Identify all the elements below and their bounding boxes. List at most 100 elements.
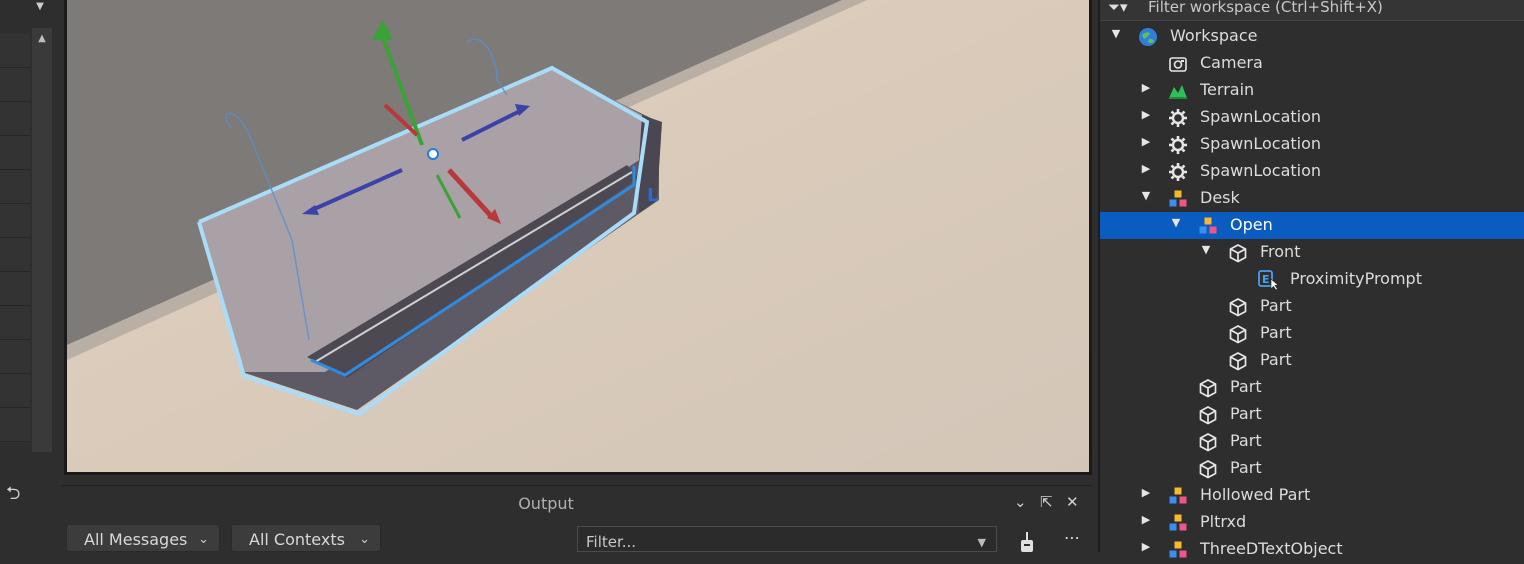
explorer-item-hollowed-part[interactable]: ▶ Hollowed Part [1100,482,1524,509]
explorer-item-label: Part [1230,377,1262,396]
explorer-item-spawnlocation[interactable]: ▶ SpawnLocation [1100,158,1524,185]
explorer-item-label: Camera [1200,53,1263,72]
explorer-item-label: Part [1260,350,1292,369]
chevron-down-icon: ▼ [977,536,986,549]
explorer-item-open[interactable]: ▼ Open [1100,212,1524,239]
chevron-down-icon[interactable]: ⌄ [1014,493,1027,511]
explorer-item-label: Part [1260,296,1292,315]
camera-icon [1168,54,1188,74]
part-icon [1228,297,1248,317]
model-icon [1168,513,1188,533]
left-panel-scrollbar[interactable] [32,28,52,452]
explorer-item-label: Part [1230,404,1262,423]
terrain-icon [1168,81,1188,101]
selection-marker: L [647,185,658,206]
contexts-filter-label: All Contexts [249,530,345,549]
explorer-item-pltrxd[interactable]: ▶ Pltrxd [1100,509,1524,536]
explorer-item-workspace[interactable]: ▼ Workspace [1100,23,1524,50]
explorer-item-spawnlocation[interactable]: ▶ SpawnLocation [1100,131,1524,158]
more-options-icon[interactable]: ⋯ [1064,528,1080,547]
explorer-item-label: Part [1260,323,1292,342]
model-icon [1168,486,1188,506]
expand-arrow-icon[interactable]: ▶ [1140,513,1152,526]
3d-viewport[interactable]: L [64,0,1092,475]
explorer-item-label: Hollowed Part [1200,485,1311,504]
expand-arrow-icon[interactable]: ▶ [1140,162,1152,175]
left-panel-row[interactable] [0,374,30,408]
part-icon [1228,243,1248,263]
explorer-item-label: Front [1260,242,1301,261]
left-panel-row[interactable] [0,340,30,374]
explorer-item-label: Pltrxd [1200,512,1247,531]
model-icon [1198,216,1218,236]
contexts-filter-dropdown[interactable]: All Contexts ⌄ [231,524,381,552]
clear-output-icon[interactable] [1018,530,1036,552]
explorer-item-front[interactable]: ▼ Front [1100,239,1524,266]
model-icon [1168,189,1188,209]
left-panel-row[interactable] [0,170,30,204]
collapse-arrow-icon[interactable]: ▼ [1170,216,1182,229]
explorer-item-terrain[interactable]: ▶ Terrain [1100,77,1524,104]
part-icon [1198,459,1218,479]
explorer-item-label: Part [1230,458,1262,477]
explorer-item-part[interactable]: Part [1100,428,1524,455]
left-panel-row[interactable] [0,238,30,272]
explorer-item-label: Terrain [1200,80,1255,99]
explorer-item-threedtextobject[interactable]: ▶ ThreeDTextObject [1100,536,1524,563]
pivot-point[interactable] [427,148,439,160]
expand-arrow-icon[interactable]: ▶ [1140,540,1152,553]
expand-arrow-icon[interactable]: ▶ [1140,135,1152,148]
explorer-item-label: Desk [1200,188,1240,207]
explorer-item-part[interactable]: Part [1100,347,1524,374]
part-icon [1228,324,1248,344]
explorer-item-proximityprompt[interactable]: E ProximityPrompt [1100,266,1524,293]
explorer-item-part[interactable]: Part [1100,401,1524,428]
proximity-prompt-icon: E [1258,270,1279,291]
left-panel-row[interactable] [0,306,30,340]
output-panel-title: Output [518,494,574,513]
collapse-arrow-icon[interactable]: ▼ [1110,27,1122,40]
explorer-item-spawnlocation[interactable]: ▶ SpawnLocation [1100,104,1524,131]
spawn-location-icon [1168,162,1188,182]
explorer-item-desk[interactable]: ▼ Desk [1100,185,1524,212]
left-panel-row[interactable] [0,204,30,238]
part-icon [1228,351,1248,371]
output-filter-input[interactable]: Filter... ▼ [577,526,997,552]
explorer-item-part[interactable]: Part [1100,374,1524,401]
scroll-up-icon[interactable]: ▲ [34,30,50,48]
explorer-item-camera[interactable]: Camera [1100,50,1524,77]
model-icon [1168,540,1188,560]
left-panel-row[interactable] [0,272,30,306]
spawn-location-icon [1168,135,1188,155]
chevron-down-icon: ⌄ [198,532,209,547]
viewport-scene: L [67,0,1089,472]
explorer-item-label: SpawnLocation [1200,161,1322,180]
left-panel-row[interactable] [0,136,30,170]
workspace-icon [1138,27,1158,47]
chevron-down-icon: ⌄ [359,532,370,547]
undock-icon[interactable]: ⇱ [1040,493,1053,511]
collapse-arrow-icon[interactable]: ▼ [1200,243,1212,256]
collapse-arrow-icon[interactable]: ▼ [1140,189,1152,202]
explorer-item-part[interactable]: Part [1100,293,1524,320]
svg-text:E: E [1262,273,1270,286]
expand-arrow-icon[interactable]: ▶ [1140,108,1152,121]
chevron-down-icon[interactable]: ▼ [28,0,52,18]
expand-arrow-icon[interactable]: ▶ [1140,81,1152,94]
messages-filter-label: All Messages [84,530,188,549]
part-icon [1198,432,1218,452]
left-panel-row[interactable] [0,34,30,68]
left-panel-row[interactable] [0,102,30,136]
broom-icon [1021,532,1033,552]
expand-arrow-icon[interactable]: ▶ [1140,486,1152,499]
messages-filter-dropdown[interactable]: All Messages ⌄ [66,524,220,552]
part-icon [1198,378,1218,398]
explorer-item-part[interactable]: Part [1100,320,1524,347]
close-icon[interactable]: ✕ [1066,493,1079,511]
filter-icon[interactable]: ⏷▾ [1108,0,1128,16]
left-panel-row[interactable] [0,68,30,102]
explorer-item-part[interactable]: Part [1100,455,1524,482]
explorer-item-label: ThreeDTextObject [1200,539,1343,558]
left-panel-row[interactable] [0,408,30,442]
output-filter-placeholder: Filter... [586,533,637,551]
